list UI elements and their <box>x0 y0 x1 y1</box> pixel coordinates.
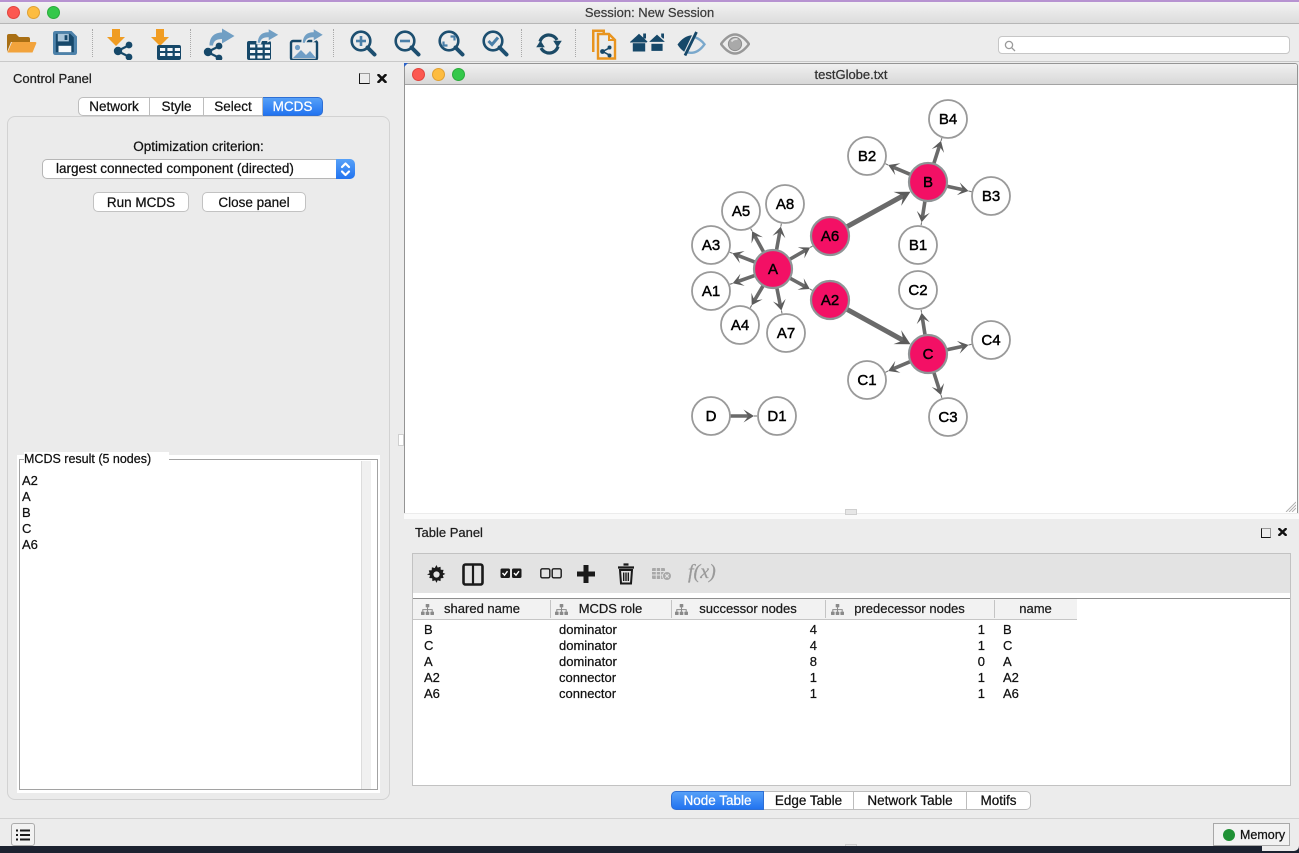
svg-text:A: A <box>768 261 778 278</box>
svg-text:A4: A4 <box>731 317 749 334</box>
svg-text:D: D <box>706 408 717 425</box>
svg-text:A6: A6 <box>821 228 839 245</box>
svg-text:B3: B3 <box>982 188 1000 205</box>
svg-text:C: C <box>923 346 934 363</box>
svg-text:B2: B2 <box>858 148 876 165</box>
svg-text:C1: C1 <box>857 372 876 389</box>
svg-text:C3: C3 <box>938 409 957 426</box>
svg-text:C4: C4 <box>981 332 1000 349</box>
svg-text:A8: A8 <box>776 196 794 213</box>
svg-text:A1: A1 <box>702 283 720 300</box>
svg-text:B: B <box>923 174 933 191</box>
svg-text:A2: A2 <box>821 292 839 309</box>
svg-text:C2: C2 <box>908 282 927 299</box>
svg-text:B1: B1 <box>909 237 927 254</box>
svg-text:A3: A3 <box>702 237 720 254</box>
svg-text:D1: D1 <box>767 408 786 425</box>
svg-text:B4: B4 <box>939 111 957 128</box>
svg-text:A7: A7 <box>777 325 795 342</box>
svg-text:A5: A5 <box>732 203 750 220</box>
